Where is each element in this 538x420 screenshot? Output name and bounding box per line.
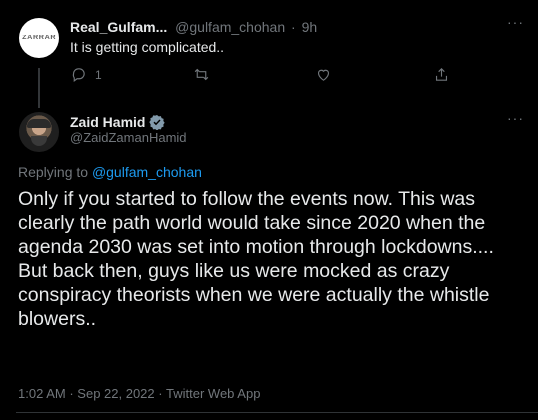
avatar-beard [31,136,47,146]
more-icon[interactable]: ··· [507,14,524,30]
divider [16,412,538,413]
tweet-source[interactable]: Twitter Web App [166,386,260,401]
tweet-time[interactable]: 1:02 AM [18,386,66,401]
tweet-timestamp: 1:02 AM · Sep 22, 2022 · Twitter Web App [18,386,260,401]
tweet-body-paragraph: Only if you started to follow the events… [18,188,494,258]
reply-count: 1 [95,67,102,82]
reply-tweet[interactable]: ZARRAR Real_Gulfam... @gulfam_chohan · 9… [0,0,538,108]
handle[interactable]: @ZaidZamanHamid [70,130,187,145]
display-name-text: Zaid Hamid [70,114,146,130]
avatar[interactable]: ZARRAR [19,18,59,58]
share-button[interactable] [433,66,450,83]
display-name[interactable]: Real_Gulfam... [70,19,167,35]
verified-badge-icon [149,115,166,130]
replying-prefix: Replying to [18,164,92,180]
tweet-date[interactable]: Sep 22, 2022 [77,386,154,401]
reply-tweet-header: Real_Gulfam... @gulfam_chohan · 9h [70,19,317,35]
replying-to: Replying to @gulfam_chohan [18,164,202,180]
tweet-body: Only if you started to follow the events… [18,187,523,331]
reply-button[interactable]: 1 [70,66,102,83]
separator: · [158,386,163,401]
avatar[interactable] [19,112,59,152]
avatar-logo-text: ZARRAR [21,35,57,41]
handle[interactable]: @gulfam_chohan [175,19,285,35]
retweet-icon [194,68,209,81]
share-icon [435,68,448,81]
avatar-cap [27,119,51,128]
retweet-button[interactable] [193,66,210,83]
reply-tweet-text: It is getting complicated.. [70,39,225,55]
reply-icon [72,68,85,83]
separator: · [291,19,296,35]
like-button[interactable] [315,66,332,83]
separator: · [69,386,74,401]
display-name[interactable]: Zaid Hamid [70,114,166,130]
more-icon[interactable]: ··· [507,110,524,126]
tweet-actions: 1 [64,66,484,88]
main-tweet: Zaid Hamid @ZaidZamanHamid ··· Replying … [0,100,538,420]
tweet-time[interactable]: 9h [302,19,318,35]
replying-to-link[interactable]: @gulfam_chohan [92,164,202,180]
like-icon [317,69,330,81]
tweet-body-paragraph: But back then, guys like us were mocked … [18,260,490,330]
